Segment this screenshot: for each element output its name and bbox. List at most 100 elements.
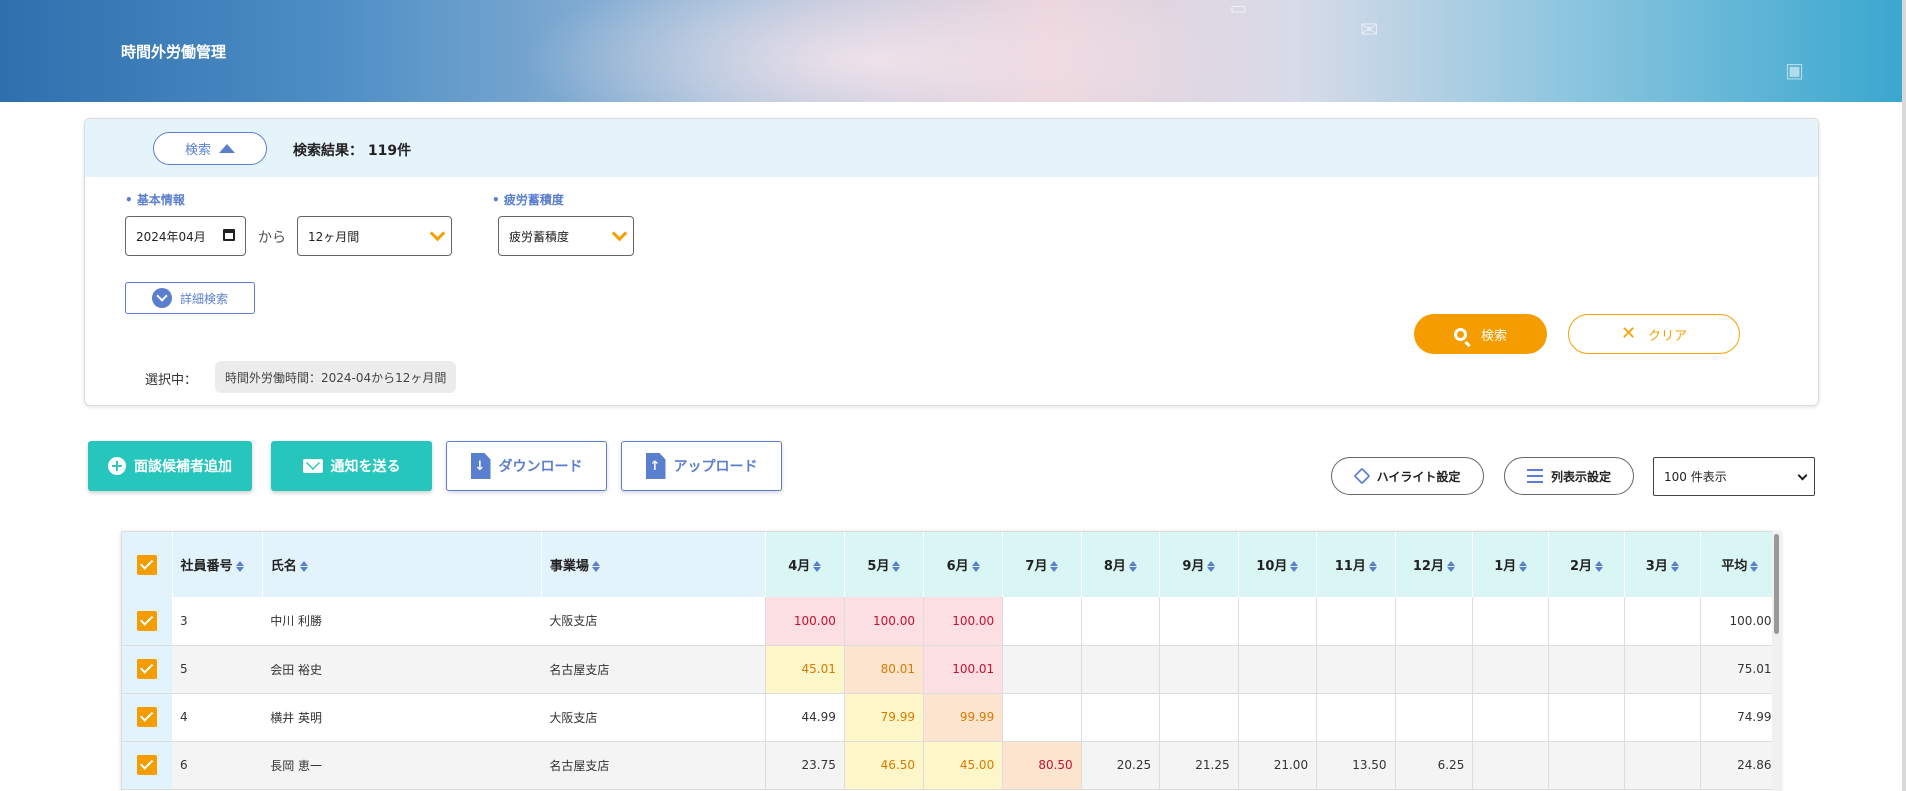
advanced-search-label: 詳細検索 <box>179 291 228 306</box>
cell-month: 21.25 <box>1159 741 1239 790</box>
cell-month <box>1394 597 1473 646</box>
circle-chevron-down-icon <box>151 288 172 308</box>
col-header-month[interactable]: 9月 <box>1159 532 1239 597</box>
send-notice-button[interactable]: 通知を送る <box>271 441 432 491</box>
col-header-name[interactable]: 氏名 <box>262 532 542 597</box>
select-all-cell[interactable] <box>122 532 173 597</box>
sort-icon[interactable] <box>813 561 822 572</box>
download-button[interactable]: ↓ ダウンロード <box>446 441 607 491</box>
sort-icon[interactable] <box>1519 561 1528 572</box>
col-header-month[interactable]: 8月 <box>1081 532 1161 597</box>
sort-icon[interactable] <box>892 561 901 572</box>
row-select-cell[interactable] <box>122 597 173 646</box>
row-checkbox[interactable] <box>137 659 158 679</box>
sort-icon[interactable] <box>591 561 600 572</box>
envelope-icon <box>302 459 323 473</box>
search-button[interactable]: 検索 <box>1414 314 1547 354</box>
table-row[interactable]: 5 会田 裕史 名古屋支店 45.01 80.01 100.01 75.01 <box>122 645 1780 694</box>
col-header-month[interactable]: 7月 <box>1002 532 1082 597</box>
search-toggle-label: 検索 <box>184 143 211 158</box>
sort-icon[interactable] <box>1446 561 1455 572</box>
sort-icon[interactable] <box>1595 561 1604 572</box>
col-header-month[interactable]: 3月 <box>1624 532 1701 597</box>
cell-id: 3 <box>172 597 263 646</box>
cell-month <box>1623 597 1701 646</box>
from-label: から <box>258 230 286 246</box>
sort-icon[interactable] <box>1207 561 1216 572</box>
cell-month: 80.50 <box>1002 741 1082 790</box>
cell-month <box>1002 597 1082 646</box>
period-select[interactable]: 12ヶ月間 <box>297 216 452 256</box>
add-candidate-label: 面談候補者追加 <box>134 459 232 475</box>
cell-avg: 74.99 <box>1699 693 1780 742</box>
highlight-settings-button[interactable]: ハイライト設定 <box>1331 457 1484 495</box>
sort-icon[interactable] <box>1128 561 1137 572</box>
sort-icon[interactable] <box>1368 561 1377 572</box>
col-header-month[interactable]: 4月 <box>765 532 845 597</box>
search-panel-header: 検索 検索結果： 119件 <box>85 119 1818 177</box>
col-header-month[interactable]: 1月 <box>1472 532 1550 597</box>
sort-icon[interactable] <box>1670 561 1679 572</box>
sort-icon[interactable] <box>299 561 308 572</box>
cell-month: 45.00 <box>923 741 1003 790</box>
square-icon: ▣ <box>1785 58 1804 82</box>
start-month-input[interactable]: 2024年04月 <box>125 216 246 256</box>
cell-office: 大阪支店 <box>541 693 766 742</box>
header-glow <box>520 0 1220 102</box>
search-toggle-button[interactable]: 検索 <box>153 132 267 165</box>
triangle-up-icon <box>219 144 235 153</box>
row-checkbox[interactable] <box>137 707 158 727</box>
col-header-month[interactable]: 6月 <box>923 532 1004 597</box>
cell-month <box>1002 645 1082 694</box>
sort-icon[interactable] <box>971 561 980 572</box>
column-settings-button[interactable]: 列表示設定 <box>1504 457 1634 495</box>
col-header-month[interactable]: 5月 <box>844 532 925 597</box>
select-all-checkbox[interactable] <box>136 554 157 575</box>
selected-label: 選択中： <box>145 373 198 388</box>
clear-button[interactable]: ✕ クリア <box>1568 314 1740 354</box>
page-header: ✉ ▭ ▣ 時間外労働管理 <box>0 0 1906 102</box>
cell-month <box>1394 645 1473 694</box>
highlight-settings-label: ハイライト設定 <box>1376 469 1461 484</box>
calendar-icon[interactable] <box>223 229 235 241</box>
fatigue-select[interactable]: 疲労蓄積度 <box>498 216 634 256</box>
table-row[interactable]: 3 中川 利勝 大阪支店 100.00 100.00 100.00 100.00 <box>122 597 1780 646</box>
row-checkbox[interactable] <box>137 755 158 775</box>
cell-month <box>1623 645 1701 694</box>
col-header-office[interactable]: 事業場 <box>541 532 766 597</box>
table-header-row: 社員番号 氏名 事業場 4月 5月 6月 7月 8月 9月 10月 11月 12… <box>122 532 1780 597</box>
table-row[interactable]: 4 横井 英明 大阪支店 44.99 79.99 99.99 74.99 <box>122 693 1780 742</box>
sort-icon[interactable] <box>235 561 244 572</box>
col-header-month[interactable]: 11月 <box>1316 532 1396 597</box>
mail-icon: ✉ <box>1360 18 1379 43</box>
col-header-month[interactable]: 10月 <box>1238 532 1318 597</box>
row-select-cell[interactable] <box>122 693 173 742</box>
upload-button[interactable]: ↑ アップロード <box>621 441 782 491</box>
add-candidate-button[interactable]: + 面談候補者追加 <box>88 441 252 491</box>
col-header-month[interactable]: 2月 <box>1548 532 1625 597</box>
sort-icon[interactable] <box>1050 561 1059 572</box>
search-result-count: 検索結果： 119件 <box>293 143 412 159</box>
table-scrollbar-thumb[interactable] <box>1774 534 1779 634</box>
cell-month: 80.01 <box>843 645 924 694</box>
col-header-month[interactable]: 12月 <box>1395 532 1474 597</box>
advanced-search-button[interactable]: 詳細検索 <box>125 282 255 314</box>
sort-icon[interactable] <box>1750 561 1759 572</box>
document-icon: ▭ <box>1230 0 1248 19</box>
upload-label: アップロード <box>673 459 758 475</box>
row-checkbox[interactable] <box>137 610 158 631</box>
row-select-cell[interactable] <box>122 645 173 694</box>
cell-month <box>1472 741 1549 790</box>
col-header-avg[interactable]: 平均 <box>1700 532 1780 597</box>
table-row[interactable]: 6 長岡 恵一 名古屋支店 23.75 46.50 45.00 80.50 20… <box>122 741 1780 790</box>
cell-id: 4 <box>172 693 263 742</box>
overtime-table-grid: 社員番号 氏名 事業場 4月 5月 6月 7月 8月 9月 10月 11月 12… <box>122 532 1780 790</box>
cell-month <box>1159 597 1239 646</box>
sort-icon[interactable] <box>1290 561 1299 572</box>
cell-month <box>1548 741 1625 790</box>
upload-icon: ↑ <box>645 453 666 479</box>
col-header-id[interactable]: 社員番号 <box>172 532 263 597</box>
page-scrollbar[interactable] <box>1902 0 1906 791</box>
page-size-select[interactable]: 100 件表示 <box>1653 457 1815 496</box>
row-select-cell[interactable] <box>122 741 173 790</box>
